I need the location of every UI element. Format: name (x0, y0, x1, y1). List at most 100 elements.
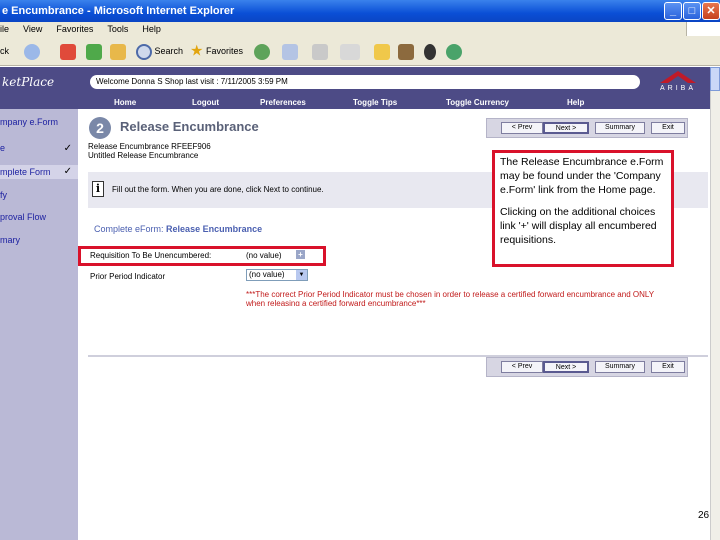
menu-help[interactable]: Help (142, 22, 161, 36)
edit-icon (340, 43, 360, 60)
prior-period-warning: ***The correct Prior Period Indicator mu… (246, 290, 654, 306)
print-icon (312, 43, 328, 60)
search-label: Search (154, 46, 184, 56)
runner-icon (424, 43, 436, 60)
vertical-scrollbar[interactable] (710, 67, 720, 540)
nav-item-company-eform[interactable]: mpany e.Form (0, 116, 78, 138)
summary-button-bottom[interactable]: Summary (595, 361, 645, 373)
callout-text-2: Clicking on the additional choices link … (500, 206, 657, 246)
stop-icon (60, 43, 76, 60)
chevron-down-icon[interactable]: ▼ (296, 270, 307, 280)
nav-item-home[interactable]: e ✓ (0, 143, 78, 154)
nav-toggle-currency-link[interactable]: Toggle Currency (446, 97, 509, 109)
step-number: 2 (89, 117, 111, 139)
history-button[interactable] (254, 40, 270, 62)
top-nav-bar: Home Logout Preferences Toggle Tips Togg… (78, 97, 710, 109)
section-prefix: Complete eForm: (94, 224, 164, 234)
maximize-button[interactable]: □ (683, 2, 701, 20)
folder-icon (374, 43, 390, 60)
add-requisition-button[interactable]: + (296, 250, 305, 259)
menu-tools[interactable]: Tools (107, 22, 128, 36)
ariba-logo: ARIBA (659, 71, 696, 92)
window-title: e Encumbrance - Microsoft Internet Explo… (2, 5, 235, 17)
nav-toggle-tips-link[interactable]: Toggle Tips (353, 97, 397, 109)
research-icon (398, 43, 414, 60)
nav-item-label: mpany e.Form (0, 117, 59, 127)
ariba-logo-text: ARIBA (659, 85, 696, 92)
bottom-button-bar: < Prev Next > Summary Exit (486, 357, 688, 377)
print-button[interactable] (312, 40, 328, 62)
back-label: ck (0, 46, 9, 56)
scrollbar-thumb[interactable] (710, 67, 720, 91)
refresh-button[interactable] (86, 40, 102, 62)
next-button-bottom[interactable]: Next > (543, 361, 589, 373)
nav-item-label: mary (0, 235, 20, 245)
exit-button[interactable]: Exit (651, 122, 685, 134)
prev-button[interactable]: < Prev (501, 122, 543, 134)
nav-home-link[interactable]: Home (114, 97, 136, 109)
menu-file[interactable]: ile (0, 22, 9, 36)
favorites-button[interactable]: ★ Favorites (190, 40, 243, 62)
callout-text-1: The Release Encumbrance e.Form may be fo… (500, 156, 664, 196)
top-button-bar: < Prev Next > Summary Exit (486, 118, 688, 138)
ariba-logo-mark-icon (659, 71, 696, 83)
back-button[interactable]: ck (0, 40, 9, 62)
summary-button[interactable]: Summary (595, 122, 645, 134)
nav-item-complete-form[interactable]: mplete Form ✓ (0, 165, 78, 179)
messenger-button[interactable] (424, 40, 436, 62)
mail-icon (282, 43, 298, 60)
window-title-bar: e Encumbrance - Microsoft Internet Explo… (0, 0, 720, 22)
home-icon (110, 43, 126, 60)
prior-period-label: Prior Period Indicator (90, 272, 166, 281)
check-icon: ✓ (63, 143, 72, 154)
prev-button-bottom[interactable]: < Prev (501, 361, 543, 373)
refresh-icon (86, 43, 102, 60)
close-button[interactable]: ✕ (702, 2, 720, 20)
windows-logo-icon (686, 22, 720, 36)
nav-help-link[interactable]: Help (567, 97, 584, 109)
section-name: Release Encumbrance (166, 224, 263, 234)
menu-bar: ile View Favorites Tools Help (0, 22, 720, 36)
nav-item-summary[interactable]: mary (0, 235, 78, 245)
nav-logout-link[interactable]: Logout (192, 97, 219, 109)
stop-button[interactable] (60, 40, 76, 62)
edit-button[interactable] (340, 40, 360, 62)
document-name: Untitled Release Encumbrance (88, 151, 199, 160)
requisition-value: (no value) (246, 251, 282, 260)
history-icon (254, 43, 270, 60)
prior-period-select[interactable]: (no value) ▼ (246, 269, 308, 281)
people-icon (446, 43, 462, 60)
section-title: Complete eForm: Release Encumbrance (94, 224, 262, 234)
folder-button[interactable] (374, 40, 390, 62)
left-navigation: ketPlace e ✓ mpany e.Form mplete Form ✓ fy… (0, 67, 78, 540)
browser-toolbar: ck Search ★ Favorites (0, 36, 720, 66)
next-button[interactable]: Next > (543, 122, 589, 134)
nav-preferences-link[interactable]: Preferences (260, 97, 306, 109)
favorites-label: Favorites (205, 46, 243, 56)
menu-view[interactable]: View (23, 22, 42, 36)
nav-item-verify[interactable]: fy (0, 190, 78, 200)
research-button[interactable] (398, 40, 414, 62)
brand-logo: ketPlace (0, 67, 78, 97)
exit-button-bottom[interactable]: Exit (651, 361, 685, 373)
home-button[interactable] (110, 40, 126, 62)
forward-button[interactable] (24, 40, 40, 62)
contacts-button[interactable] (446, 40, 462, 62)
nav-item-label: mplete Form (0, 167, 51, 177)
search-button[interactable]: Search (136, 40, 183, 62)
document-number: Release Encumbrance RFEEF906 (88, 142, 211, 151)
star-icon: ★ (190, 42, 204, 60)
menu-favorites[interactable]: Favorites (56, 22, 93, 36)
document-id: Release Encumbrance RFEEF906 Untitled Re… (88, 142, 211, 160)
slide-number: 26 (698, 510, 710, 521)
search-icon (136, 43, 152, 60)
check-icon: ✓ (63, 166, 72, 177)
minimize-button[interactable]: _ (664, 2, 682, 20)
nav-item-approval-flow[interactable]: proval Flow (0, 212, 78, 222)
page-content: ketPlace e ✓ mpany e.Form mplete Form ✓ fy… (0, 67, 710, 540)
nav-item-label: e (0, 143, 6, 153)
nav-item-label: proval Flow (0, 212, 47, 222)
prior-period-value: (no value) (249, 270, 285, 279)
info-icon: i (92, 181, 104, 197)
mail-button[interactable] (282, 40, 298, 62)
